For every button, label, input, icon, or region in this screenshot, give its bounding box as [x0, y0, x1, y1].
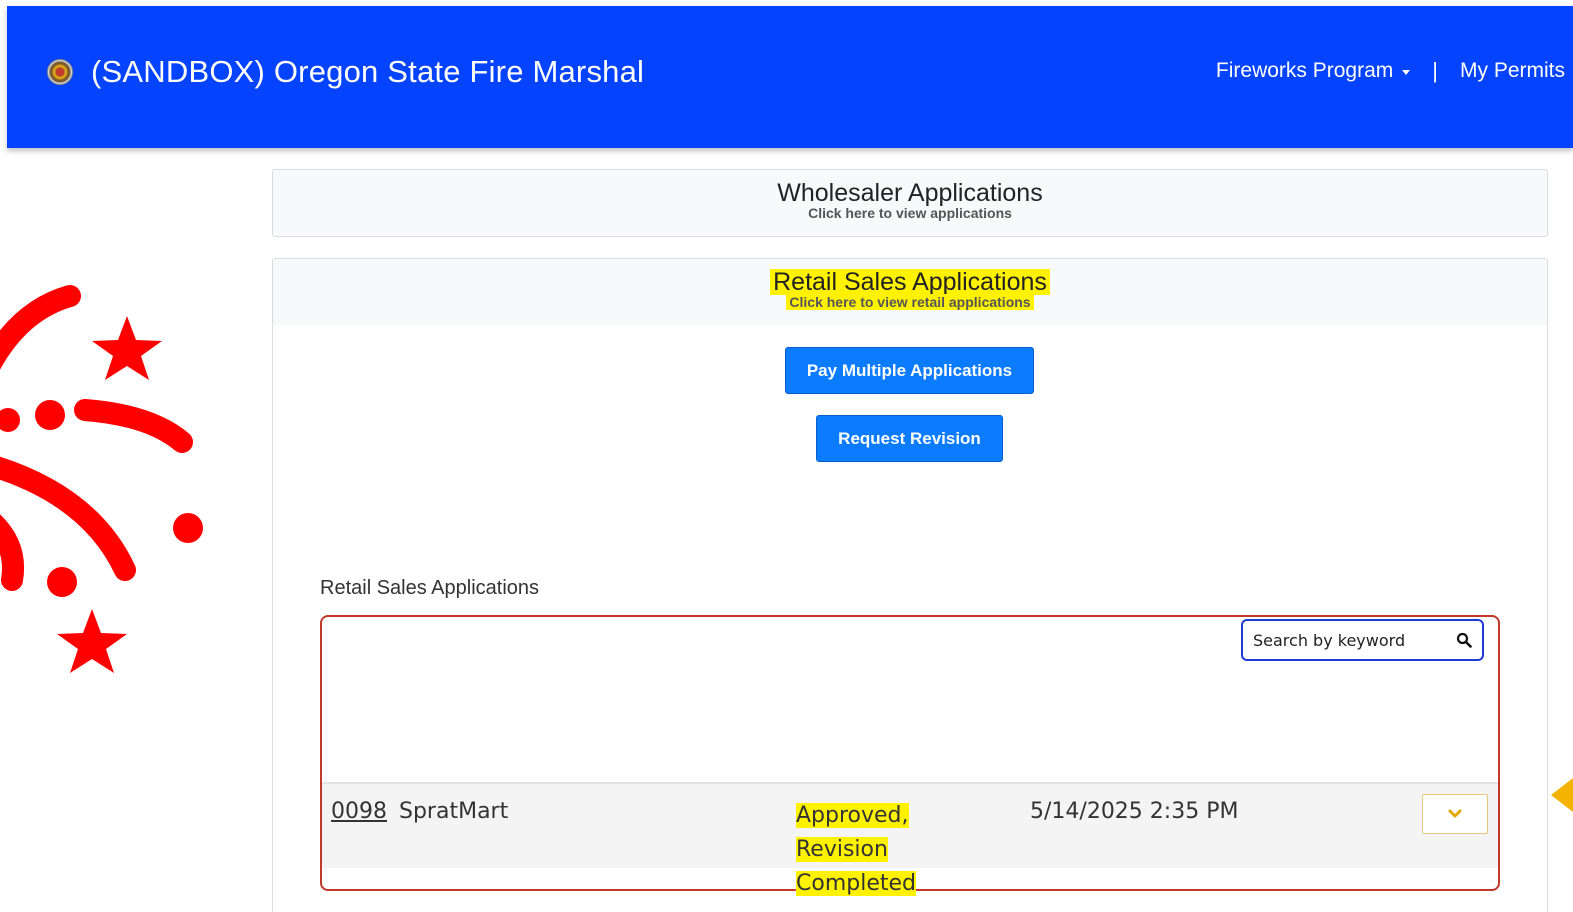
retail-panel-title: Retail Sales Applications: [770, 269, 1050, 295]
retail-panel-subtitle-wrap: Click here to view retail applications: [273, 294, 1547, 310]
caret-down-icon: [1402, 69, 1411, 75]
my-permits-link[interactable]: My Permits: [1460, 59, 1565, 83]
wholesaler-applications-panel[interactable]: Wholesaler Applications Click here to vi…: [272, 169, 1548, 237]
retail-applications-list: 0098 SpratMart Approved, Revision Comple…: [320, 615, 1500, 896]
pay-multiple-applications-button[interactable]: Pay Multiple Applications: [785, 347, 1034, 394]
retail-panel-subtitle: Click here to view retail applications: [786, 294, 1034, 310]
fireworks-decoration-icon: [0, 285, 203, 673]
top-navbar: (SANDBOX) Oregon State Fire Marshal Fire…: [7, 6, 1573, 148]
keyword-search[interactable]: [1241, 619, 1484, 661]
site-title[interactable]: (SANDBOX) Oregon State Fire Marshal: [91, 54, 644, 90]
application-date: 5/14/2025 2:35 PM: [1030, 799, 1239, 824]
wholesaler-panel-subtitle: Click here to view applications: [808, 205, 1012, 221]
expand-row-button[interactable]: [1422, 794, 1488, 834]
search-icon[interactable]: [1456, 632, 1472, 648]
chevron-down-icon: [1448, 809, 1462, 818]
retail-sales-applications-panel[interactable]: Retail Sales Applications Click here to …: [272, 258, 1548, 326]
request-revision-button[interactable]: Request Revision: [816, 415, 1003, 462]
retail-list-section-label: Retail Sales Applications: [320, 577, 540, 599]
main-nav: Fireworks Program | My Permits: [1216, 58, 1565, 84]
state-seal-icon: [47, 59, 73, 85]
my-permits-label: My Permits: [1460, 59, 1565, 82]
retailer-name: SpratMart: [399, 799, 509, 824]
fireworks-program-label: Fireworks Program: [1215, 59, 1394, 82]
side-tab-arrow-icon[interactable]: [1551, 778, 1573, 812]
brand[interactable]: (SANDBOX) Oregon State Fire Marshal: [47, 54, 644, 90]
fireworks-program-dropdown[interactable]: Fireworks Program: [1215, 59, 1411, 83]
status-line-2: Completed: [796, 871, 916, 896]
wholesaler-panel-title: Wholesaler Applications: [777, 179, 1043, 207]
search-input[interactable]: [1253, 630, 1456, 650]
application-number-link[interactable]: 0098: [331, 799, 387, 824]
application-status: Approved, Revision Completed: [796, 799, 1006, 901]
table-row: 0098 SpratMart Approved, Revision Comple…: [322, 782, 1498, 896]
status-line-1: Approved, Revision: [796, 803, 909, 862]
nav-separator: |: [1432, 58, 1438, 83]
